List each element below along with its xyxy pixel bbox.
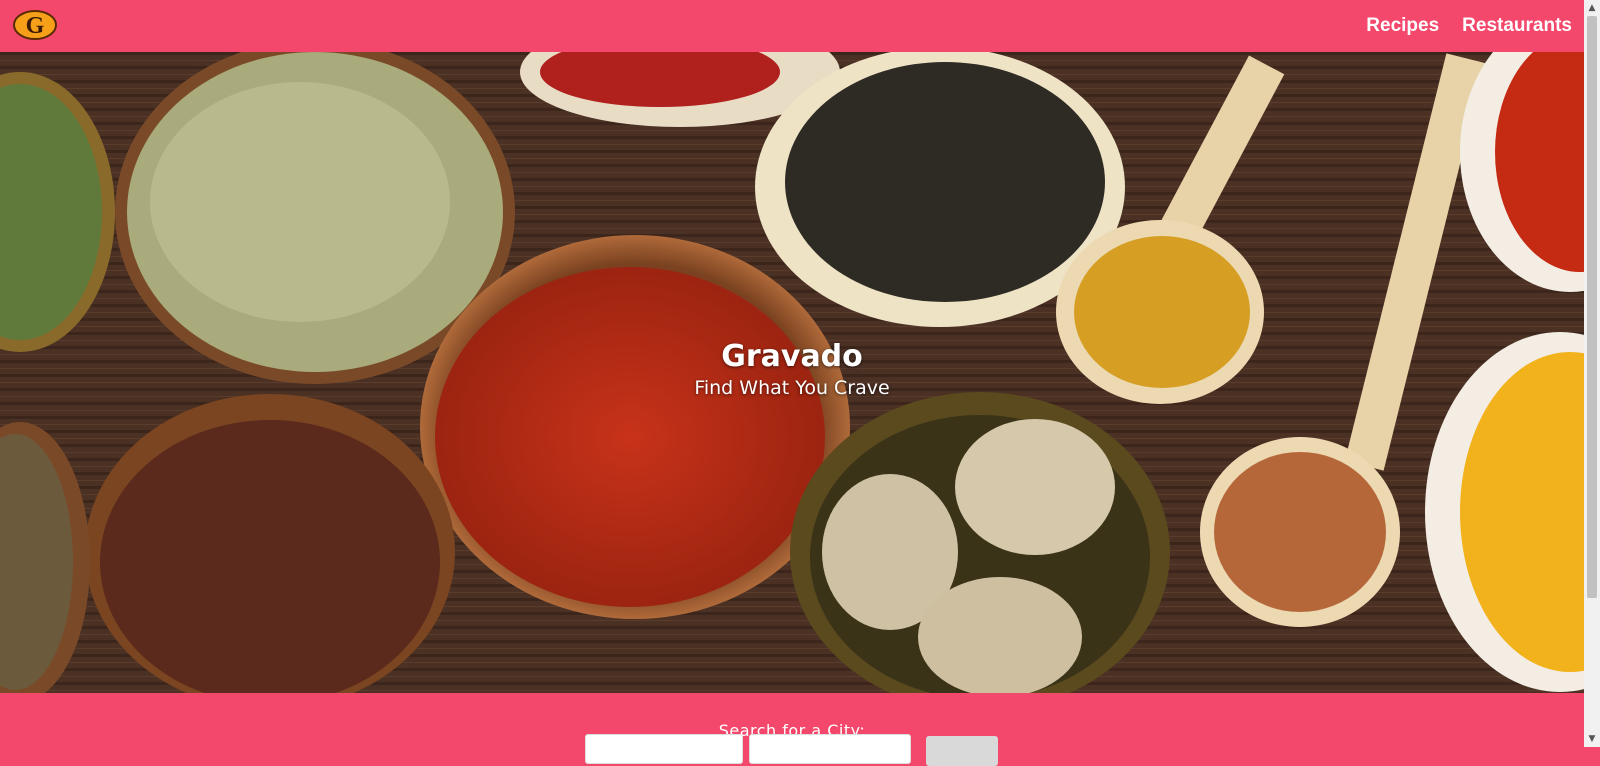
page-scrollbar[interactable]: ▲ ▼ [1584,0,1600,747]
logo-letter: G [26,13,45,39]
nav-restaurants-link[interactable]: Restaurants [1462,15,1572,37]
state-input[interactable] [749,734,911,764]
city-input[interactable] [585,734,743,764]
hero-text: Gravado Find What You Crave [0,338,1584,400]
scroll-thumb[interactable] [1587,16,1597,598]
hero-title: Gravado [721,339,863,374]
nav-links: Recipes Restaurants [1343,0,1572,52]
search-button[interactable] [926,736,998,766]
scroll-up-arrow-icon[interactable]: ▲ [1584,0,1600,16]
scroll-down-arrow-icon[interactable]: ▼ [1584,731,1600,747]
hero-banner: Gravado Find What You Crave [0,52,1584,693]
hero-subtitle: Find What You Crave [694,377,890,399]
navbar: G Recipes Restaurants [0,0,1584,52]
nav-recipes-link[interactable]: Recipes [1366,15,1439,37]
gravado-logo[interactable]: G [12,9,58,41]
